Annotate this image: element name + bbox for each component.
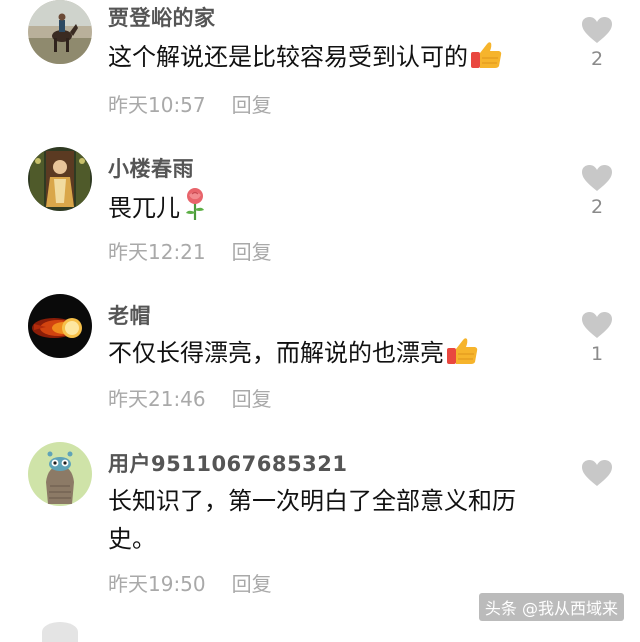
reply-button[interactable]: 回复 <box>232 240 272 264</box>
avatar[interactable] <box>28 0 92 64</box>
comment-text: 这个解说还是比较容易受到认可的 <box>108 38 558 81</box>
comment-username[interactable]: 用户9511067685321 <box>108 448 347 478</box>
like-button[interactable]: 2 <box>579 164 615 218</box>
comment-meta: 昨天10:57 回复 <box>108 89 272 118</box>
comment-time: 昨天10:57 <box>108 93 206 117</box>
heart-icon <box>582 165 612 191</box>
heart-icon <box>582 312 612 338</box>
comment-meta: 昨天21:46 回复 <box>108 383 272 412</box>
reply-button[interactable]: 回复 <box>232 93 272 117</box>
like-button[interactable]: 2 <box>579 16 615 70</box>
horse-rider-avatar-icon <box>28 0 92 64</box>
like-button[interactable]: 1 <box>579 311 615 365</box>
heart-icon <box>582 460 612 486</box>
comment-meta: 昨天19:50 回复 <box>108 568 272 597</box>
fireball-avatar-icon <box>28 294 92 358</box>
cartoon-creature-avatar-icon <box>28 442 92 506</box>
like-button[interactable] <box>579 459 615 491</box>
reply-button[interactable]: 回复 <box>232 572 272 596</box>
thumbs-up-emoji-icon <box>470 40 504 81</box>
comment-text-body: 不仅长得漂亮，而解说的也漂亮 <box>108 339 444 367</box>
thumbs-up-emoji-icon <box>446 336 480 377</box>
comment-text: 畏兀儿 <box>108 187 558 232</box>
comment-text-body: 这个解说还是比较容易受到认可的 <box>108 43 468 71</box>
avatar[interactable] <box>28 294 92 358</box>
comment-username[interactable]: 小楼春雨 <box>108 153 194 183</box>
comment-text: 长知识了，第一次明白了全部意义和历史。 <box>108 482 548 558</box>
comment-time: 昨天21:46 <box>108 387 206 411</box>
comment-text-body: 畏兀儿 <box>108 194 180 222</box>
watermark: 头条 @我从西域来 <box>478 593 624 621</box>
comment-time: 昨天19:50 <box>108 572 206 596</box>
comment-text-body: 长知识了，第一次明白了全部意义和历史。 <box>108 487 516 553</box>
portrait-avatar-icon <box>28 147 92 211</box>
like-count: 2 <box>590 48 604 70</box>
reply-button[interactable]: 回复 <box>232 387 272 411</box>
like-count: 1 <box>590 343 604 365</box>
avatar <box>42 622 78 642</box>
comment-text: 不仅长得漂亮，而解说的也漂亮 <box>108 334 558 377</box>
avatar[interactable] <box>28 442 92 506</box>
comment-meta: 昨天12:21 回复 <box>108 236 272 265</box>
comment-username[interactable]: 贾登峪的家 <box>108 2 216 32</box>
avatar[interactable] <box>28 147 92 211</box>
comment-username[interactable]: 老帽 <box>108 300 151 330</box>
like-count: 2 <box>590 196 604 218</box>
heart-icon <box>582 17 612 43</box>
rose-emoji-icon <box>182 187 208 232</box>
comment-time: 昨天12:21 <box>108 240 206 264</box>
